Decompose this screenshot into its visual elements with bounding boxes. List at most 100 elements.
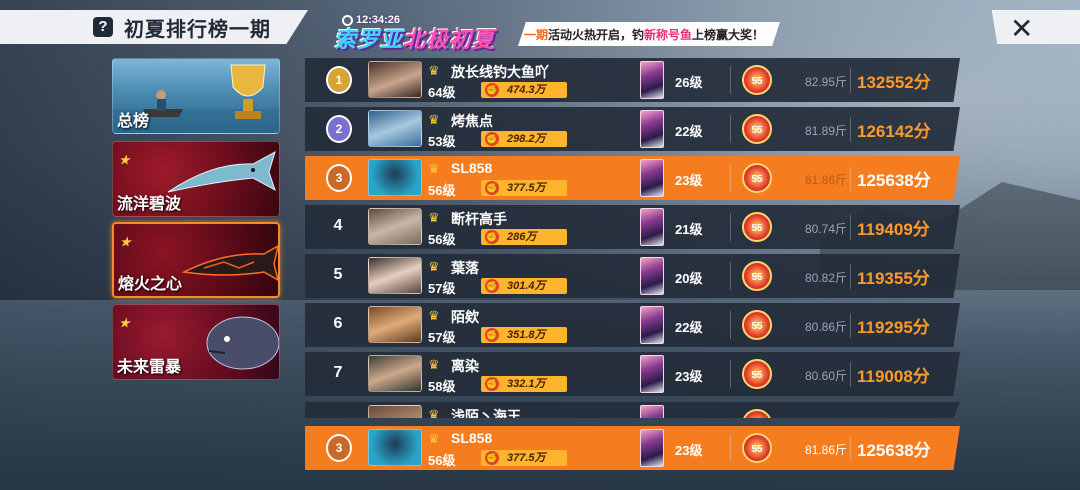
fist-icon: ✊: [485, 328, 499, 342]
avatar[interactable]: [368, 110, 422, 147]
fish-level: 23级: [675, 369, 703, 384]
svg-text:★: ★: [119, 153, 132, 167]
avatar[interactable]: [368, 306, 422, 343]
fish-level: 23级: [675, 443, 703, 458]
score: 119355分: [850, 264, 930, 289]
score: 132552分: [850, 68, 931, 93]
fist-icon: ✊: [485, 451, 499, 465]
event-location: 索罗亚: [334, 27, 404, 52]
avatar[interactable]: [368, 208, 422, 245]
avatar[interactable]: [368, 257, 422, 294]
crown-icon: ♛: [428, 210, 440, 225]
avatar[interactable]: [368, 355, 422, 392]
avatar[interactable]: [368, 405, 422, 418]
close-button[interactable]: ✕: [991, 10, 1080, 44]
rank-badge-icon: 55: [742, 163, 772, 193]
fish-level: 23级: [675, 173, 703, 188]
player-name: 断杆高手: [451, 211, 507, 227]
fist-icon: ✊: [485, 279, 499, 293]
divider: [730, 164, 731, 192]
divider: [730, 115, 731, 143]
leaderboard-row[interactable]: 2 ♛ 烤焦点 53级 298.2万 ✊ 22级 55 81.89斤 12614…: [305, 107, 960, 151]
player-name: 浅陌丶海王: [451, 408, 521, 418]
svg-text:★: ★: [120, 235, 133, 249]
sidebar-item-rongHuo[interactable]: ★ 熔火之心: [112, 222, 280, 298]
fist-icon: ✊: [485, 377, 499, 391]
crown-icon: ♛: [428, 407, 440, 418]
leaderboard-row[interactable]: 6 ♛ 陌欸 57级 351.8万 ✊ 22级 55 80.86斤 119295…: [305, 303, 960, 347]
divider: [730, 262, 731, 290]
rank-badge-icon: 55: [742, 212, 772, 242]
player-level: 58级: [428, 379, 456, 394]
leaderboard-row[interactable]: ♛ 浅陌丶海王: [305, 402, 960, 418]
score: 119295分: [850, 313, 930, 338]
player-name: SL858: [451, 430, 493, 446]
crown-icon: ♛: [428, 161, 440, 176]
score: 126142分: [850, 117, 931, 142]
crown-icon: ♛: [428, 259, 440, 274]
gold-medal-icon: 1: [326, 66, 352, 94]
crown-icon: ♛: [428, 63, 440, 78]
rank-badge-icon: 55: [742, 359, 772, 389]
player-level: 57级: [428, 330, 456, 345]
crown-icon: ♛: [428, 112, 440, 127]
fist-icon: ✊: [485, 230, 499, 244]
page-title: 初夏排行榜一期: [124, 18, 271, 41]
score: 125638分: [850, 166, 931, 191]
fist-icon: ✊: [485, 132, 499, 146]
divider: [730, 360, 731, 388]
my-rank-row[interactable]: 3 ♛ SL858 56级 377.5万 ✊ 23级 55 81.86斤 125…: [305, 426, 960, 470]
close-icon: ✕: [1010, 13, 1034, 44]
rank-number: 7: [333, 364, 343, 381]
svg-text:★: ★: [119, 316, 132, 330]
player-name: 放长线钓大鱼吖: [451, 64, 549, 80]
leaderboard-row-self[interactable]: 3 ♛ SL858 56级 377.5万 ✊ 23级 55 81.86斤 125…: [305, 156, 960, 200]
title-card-icon: [640, 429, 664, 467]
sidebar-item-label: 熔火之心: [118, 276, 183, 293]
player-level: 57级: [428, 281, 456, 296]
leaderboard-row[interactable]: 7 ♛ 离染 58级 332.1万 ✊ 23级 55 80.60斤 119008…: [305, 352, 960, 396]
player-name: 烤焦点: [451, 113, 493, 129]
fist-icon: ✊: [485, 181, 499, 195]
announce-highlight: 新称号鱼: [644, 27, 693, 42]
event-logo: 索罗亚北极初夏: [334, 22, 495, 54]
sidebar-item-overall[interactable]: 总榜: [112, 58, 280, 134]
player-name: 离染: [451, 358, 479, 374]
title-card-icon: [640, 306, 664, 344]
silver-medal-icon: 2: [326, 115, 352, 143]
rank-number: 6: [333, 315, 343, 332]
fish-weight: 81.86斤: [804, 443, 847, 457]
fish-level: 20级: [675, 271, 703, 286]
leaderboard-row[interactable]: 5 ♛ 葉落 57级 301.4万 ✊ 20级 55 80.82斤 119355…: [305, 254, 960, 298]
player-level: 53级: [428, 134, 456, 149]
help-icon[interactable]: ?: [93, 17, 113, 37]
sidebar-item-weilai[interactable]: ★ 未来雷暴: [112, 304, 280, 380]
title-card-icon: [640, 61, 664, 99]
leaderboard-row[interactable]: 4 ♛ 断杆高手 56级 286万 ✊ 21级 55 80.74斤 119409…: [305, 205, 960, 249]
avatar[interactable]: [368, 429, 422, 466]
title-card-icon: [640, 110, 664, 148]
crown-icon: ♛: [428, 308, 440, 323]
sidebar-item-liuyang[interactable]: ★ 流洋碧波: [112, 141, 280, 217]
player-level: 56级: [428, 232, 456, 247]
rank-number: 4: [333, 217, 343, 234]
divider: [730, 311, 731, 339]
title-card-icon: [640, 257, 664, 295]
fish-weight: 80.74斤: [804, 222, 847, 236]
bronze-medal-icon: 3: [326, 164, 352, 192]
score: 125638分: [850, 436, 931, 461]
announce-text: 活动火热开启，钓: [548, 27, 645, 42]
avatar[interactable]: [368, 159, 422, 196]
leaderboard-row[interactable]: 1 ♛ 放长线钓大鱼吖 64级 474.3万 ✊ 26级 55 82.95斤 1…: [305, 58, 960, 102]
fish-weight: 81.86斤: [804, 173, 847, 187]
avatar[interactable]: [368, 61, 422, 98]
fish-weight: 82.95斤: [804, 75, 847, 89]
announce-reward: 上榜赢大奖！: [692, 27, 765, 42]
fish-level: 22级: [675, 320, 703, 335]
sidebar-item-label: 总榜: [117, 113, 150, 130]
fish-weight: 80.60斤: [804, 369, 847, 383]
page-header: ? 初夏排行榜一期: [0, 10, 308, 44]
rank-badge-icon: 55: [742, 114, 772, 144]
divider: [730, 213, 731, 241]
fist-icon: ✊: [485, 83, 499, 97]
